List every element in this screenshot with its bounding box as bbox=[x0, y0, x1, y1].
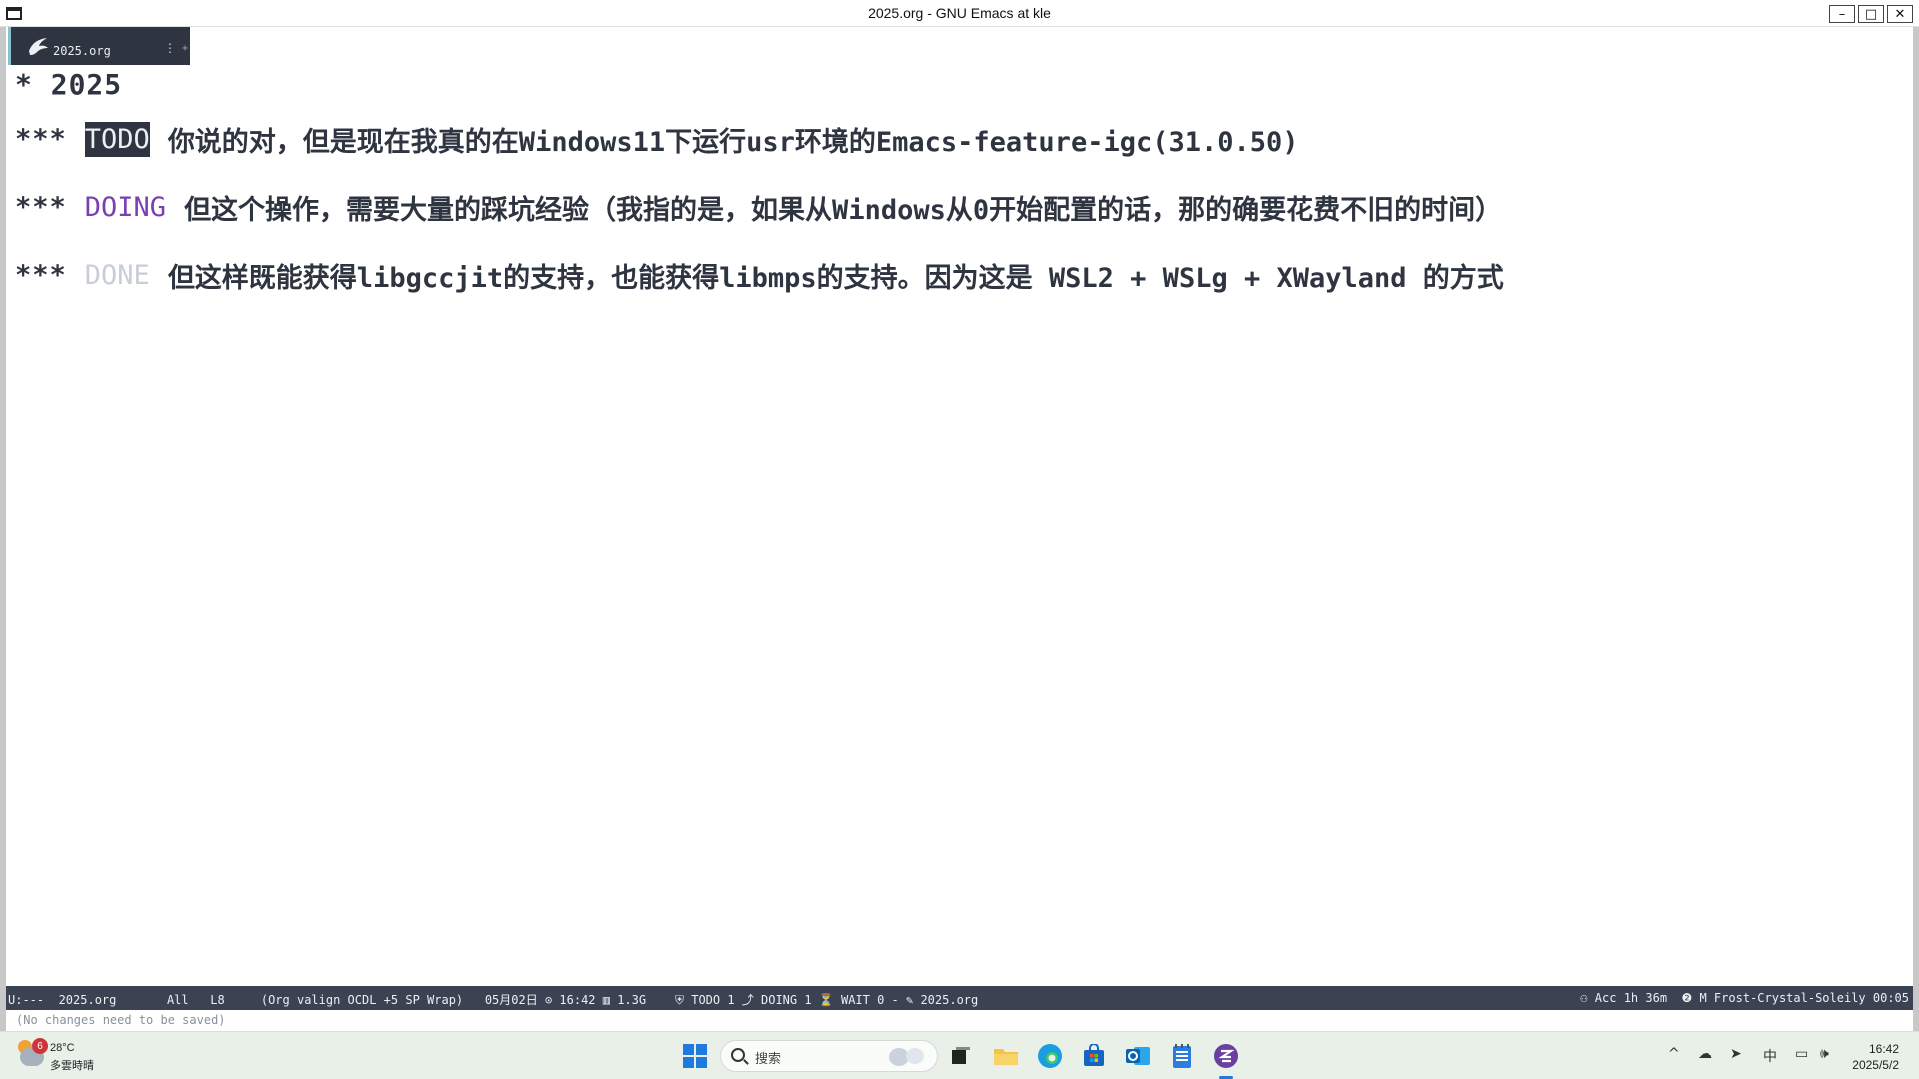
emacs-window: 2025.org - GNU Emacs at kle – □ ✕ 2025.o… bbox=[0, 0, 1919, 1031]
mode-line-left: U:--- 2025.org All L8 (Org valign OCDL +… bbox=[8, 993, 979, 1007]
done-keyword[interactable]: DONE bbox=[85, 260, 150, 291]
edge-button[interactable] bbox=[1033, 1039, 1067, 1073]
weather-description: 多雲時晴 bbox=[50, 1060, 94, 1072]
mode-line-right: ⚇ Acc 1h 36m ❷ M Frost-Crystal-Soleily 0… bbox=[1580, 991, 1909, 1005]
outlook-icon bbox=[1126, 1047, 1150, 1065]
file-explorer-button[interactable] bbox=[989, 1039, 1023, 1073]
org-heading-todo[interactable]: *** TODO 你说的对，但是现在我真的在Windows11下运行usr环境的… bbox=[15, 120, 1299, 159]
tab-close-icon[interactable]: ⋮ bbox=[164, 41, 176, 55]
tray-overflow-icon[interactable]: ^ bbox=[1668, 1046, 1680, 1062]
doing-keyword[interactable]: DOING bbox=[85, 192, 166, 223]
network-icon[interactable]: ▭ bbox=[1795, 1046, 1808, 1062]
task-view-button[interactable] bbox=[944, 1039, 978, 1073]
new-tab-icon[interactable]: + bbox=[182, 43, 188, 54]
heading-text: 但这样既能获得libgccjit的支持，也能获得libmps的支持。因为这是 W… bbox=[167, 263, 1504, 294]
emacs-app-icon bbox=[1214, 1044, 1238, 1068]
onedrive-icon[interactable]: ☁ bbox=[1698, 1046, 1712, 1062]
tab-2025-org[interactable]: 2025.org ⋮ + bbox=[8, 27, 190, 65]
folder-icon bbox=[994, 1049, 1018, 1065]
org-heading-done[interactable]: *** DONE 但这样既能获得libgccjit的支持，也能获得libmps的… bbox=[15, 256, 1504, 295]
clock-time[interactable]: 16:42 bbox=[1869, 1042, 1899, 1056]
clock-date[interactable]: 2025/5/2 bbox=[1852, 1058, 1899, 1072]
title-bar[interactable]: 2025.org - GNU Emacs at kle – □ ✕ bbox=[0, 0, 1919, 27]
outlook-button[interactable] bbox=[1121, 1039, 1155, 1073]
search-highlight-icon bbox=[889, 1048, 924, 1066]
search-icon bbox=[731, 1048, 745, 1062]
mode-line[interactable]: U:--- 2025.org All L8 (Org valign OCDL +… bbox=[6, 986, 1913, 1010]
heading-stars: *** bbox=[15, 260, 67, 291]
heading-text: 你说的对，但是现在我真的在Windows11下运行usr环境的Emacs-fea… bbox=[167, 127, 1299, 158]
tab-label: 2025.org bbox=[53, 44, 111, 58]
notepad-icon bbox=[1173, 1044, 1191, 1068]
task-view-icon bbox=[952, 1047, 970, 1064]
close-button[interactable]: ✕ bbox=[1887, 5, 1913, 23]
taskbar-search[interactable]: 搜索 bbox=[720, 1040, 938, 1072]
weather-temperature: 28°C bbox=[50, 1042, 75, 1054]
ime-indicator[interactable]: 中 bbox=[1763, 1046, 1777, 1066]
minimize-button[interactable]: – bbox=[1829, 5, 1855, 23]
taskbar: 6 28°C 多雲時晴 搜索 ^ ☁ ➤ 中 ▭ 🕪 16:42 2025/5/… bbox=[0, 1031, 1919, 1079]
heading-text: 但这个操作，需要大量的踩坑经验（我指的是，如果从Windows从0开始配置的话，… bbox=[184, 195, 1503, 226]
location-icon[interactable]: ➤ bbox=[1730, 1046, 1742, 1062]
maximize-icon: □ bbox=[1864, 6, 1878, 22]
store-icon bbox=[1084, 1044, 1104, 1066]
weather-badge: 6 bbox=[32, 1038, 48, 1054]
volume-icon[interactable]: 🕪 bbox=[1820, 1046, 1829, 1062]
tab-bar: 2025.org ⋮ + bbox=[6, 27, 1913, 65]
window-border-right bbox=[1913, 27, 1919, 1031]
weather-widget[interactable]: 6 28°C 多雲時晴 bbox=[18, 1038, 108, 1074]
maximize-button[interactable]: □ bbox=[1858, 5, 1884, 23]
heading-stars: *** bbox=[15, 192, 67, 223]
echo-area[interactable]: (No changes need to be saved) bbox=[6, 1010, 1913, 1031]
org-buffer[interactable]: * 2025 *** TODO 你说的对，但是现在我真的在Windows11下运… bbox=[6, 65, 1913, 986]
heading-stars: *** bbox=[15, 124, 67, 155]
org-heading-doing[interactable]: *** DOING 但这个操作，需要大量的踩坑经验（我指的是，如果从Window… bbox=[15, 188, 1502, 227]
emacs-taskbar-button[interactable] bbox=[1209, 1039, 1243, 1073]
emacs-icon bbox=[25, 33, 51, 59]
todo-keyword[interactable]: TODO bbox=[84, 122, 150, 157]
close-icon: ✕ bbox=[1894, 6, 1906, 22]
search-placeholder: 搜索 bbox=[755, 1051, 782, 1066]
store-button[interactable] bbox=[1077, 1039, 1111, 1073]
org-heading-level1[interactable]: * 2025 bbox=[15, 68, 122, 101]
minimize-icon: – bbox=[1838, 6, 1846, 22]
start-button[interactable] bbox=[678, 1039, 712, 1073]
notepad-button[interactable] bbox=[1165, 1039, 1199, 1073]
window-title: 2025.org - GNU Emacs at kle bbox=[868, 5, 1051, 21]
edge-icon bbox=[1038, 1044, 1062, 1068]
windows-start-icon bbox=[683, 1044, 707, 1068]
